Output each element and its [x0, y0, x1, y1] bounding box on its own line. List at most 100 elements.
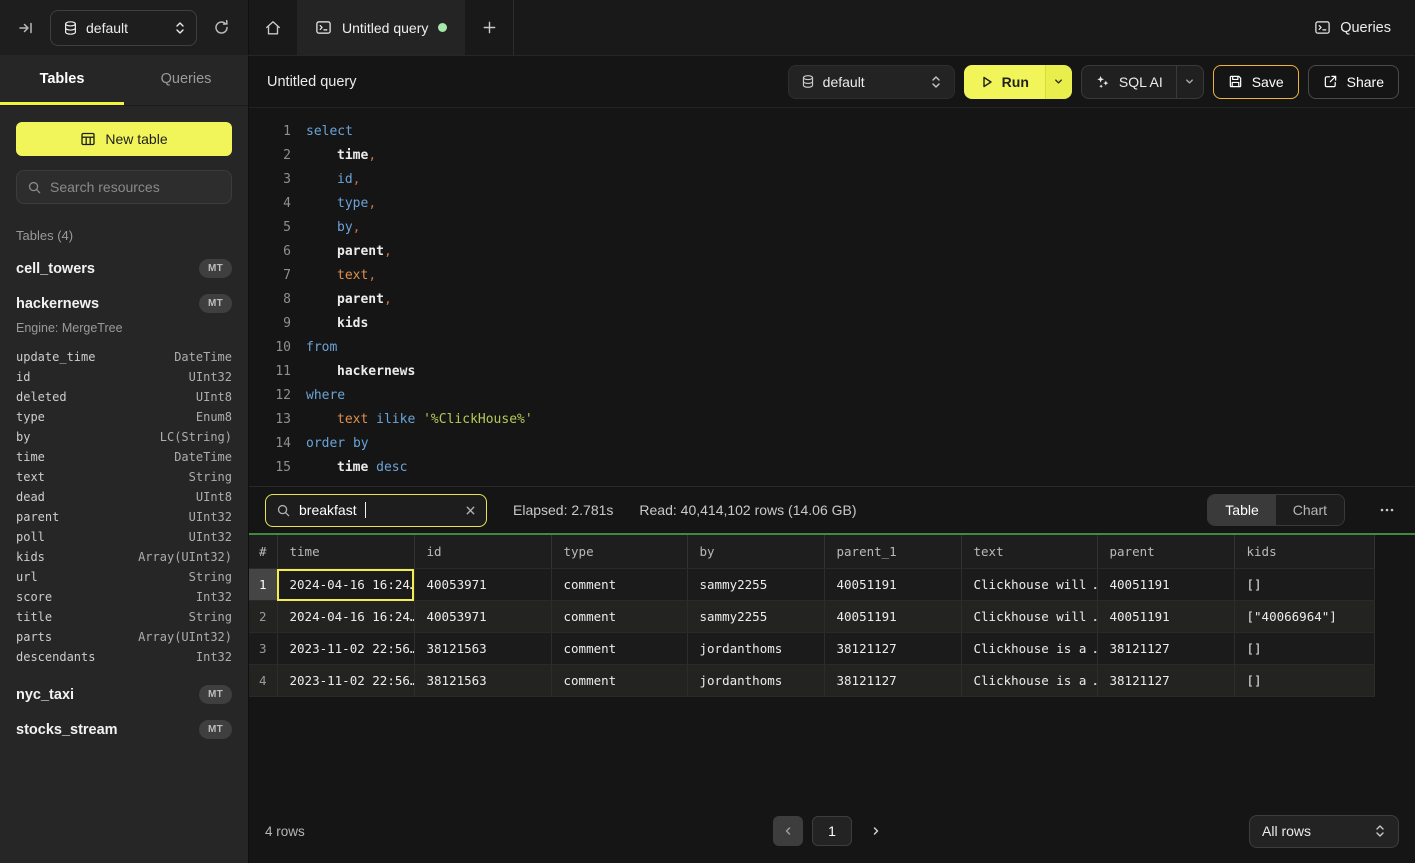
table-cell[interactable]: jordanthoms [687, 633, 824, 665]
table-grid-icon [80, 131, 96, 147]
view-toggle-table[interactable]: Table [1208, 495, 1275, 525]
topbar-database-selector[interactable]: default [50, 10, 197, 46]
table-cell[interactable]: 40051191 [1097, 569, 1234, 601]
table-cell[interactable]: 40053971 [414, 601, 551, 633]
table-cell[interactable]: Clickhouse is a … [961, 665, 1097, 697]
row-number-cell[interactable]: 3 [249, 633, 277, 665]
engine-badge: MT [199, 294, 232, 313]
table-cell[interactable]: comment [551, 601, 687, 633]
row-number-cell[interactable]: 4 [249, 665, 277, 697]
line-number: 9 [265, 312, 291, 336]
share-button[interactable]: Share [1308, 65, 1399, 99]
queries-button[interactable]: Queries [1314, 19, 1391, 36]
sql-ai-label: SQL AI [1119, 74, 1163, 90]
table-list-item[interactable]: cell_towersMT [0, 251, 248, 286]
column-header[interactable]: text [961, 535, 1097, 569]
new-table-button[interactable]: New table [16, 122, 232, 156]
toolbar-actions: default Run [788, 65, 1399, 99]
results-search[interactable]: breakfast [265, 494, 487, 527]
sql-ai-button[interactable]: SQL AI [1082, 66, 1176, 98]
table-cell[interactable]: 38121127 [824, 665, 961, 697]
column-row: partsArray(UInt32) [16, 627, 232, 647]
results-search-value: breakfast [299, 502, 357, 518]
token-kw: id [337, 172, 353, 187]
sql-editor[interactable]: 1select2time,3id,4type,5by,6parent,7text… [249, 108, 1415, 486]
app: default Untitled query [0, 0, 1415, 863]
table-cell[interactable]: jordanthoms [687, 665, 824, 697]
token-id: hackernews [337, 364, 415, 379]
table-cell[interactable]: 2024-04-16 16:24… [277, 569, 414, 601]
column-header[interactable]: by [687, 535, 824, 569]
sidebar-tab-queries[interactable]: Queries [124, 56, 248, 105]
page-size-selector[interactable]: All rows [1249, 815, 1399, 848]
column-header[interactable]: kids [1234, 535, 1374, 569]
table-cell[interactable]: sammy2255 [687, 569, 824, 601]
table-cell[interactable]: [] [1234, 569, 1374, 601]
column-name: by [16, 427, 30, 447]
column-name: dead [16, 487, 45, 507]
column-header[interactable]: # [249, 535, 277, 569]
column-row: update_timeDateTime [16, 347, 232, 367]
table-cell[interactable]: Clickhouse is a … [961, 633, 1097, 665]
resource-search[interactable] [16, 170, 232, 204]
token-id: parent [337, 292, 384, 307]
tab-untitled-query[interactable]: Untitled query [297, 0, 465, 55]
table-cell[interactable]: 40051191 [1097, 601, 1234, 633]
run-button[interactable]: Run [964, 65, 1045, 99]
sql-ai-dropdown[interactable] [1176, 66, 1203, 98]
table-cell[interactable]: 2023-11-02 22:56… [277, 665, 414, 697]
table-cell[interactable]: Clickhouse will … [961, 569, 1097, 601]
table-cell[interactable]: 2023-11-02 22:56… [277, 633, 414, 665]
table-cell[interactable]: comment [551, 633, 687, 665]
token-id: kids [337, 316, 368, 331]
results-menu-button[interactable] [1375, 498, 1399, 522]
table-cell[interactable]: 2024-04-16 16:24… [277, 601, 414, 633]
query-toolbar: Untitled query default [249, 56, 1415, 108]
column-header[interactable]: parent [1097, 535, 1234, 569]
run-options-dropdown[interactable] [1045, 65, 1072, 99]
column-name: descendants [16, 647, 95, 667]
refresh-button[interactable] [209, 15, 234, 40]
collapse-sidebar-button[interactable] [14, 16, 38, 40]
table-list-item[interactable]: hackernewsMT [0, 286, 248, 321]
save-button[interactable]: Save [1213, 65, 1299, 99]
column-header[interactable]: type [551, 535, 687, 569]
current-page[interactable]: 1 [812, 816, 852, 846]
column-row: deadUInt8 [16, 487, 232, 507]
tables-section-label: Tables (4) [0, 216, 248, 251]
column-header[interactable]: time [277, 535, 414, 569]
token-p: , [384, 292, 392, 307]
home-tab-button[interactable] [249, 0, 297, 55]
column-header[interactable]: parent_1 [824, 535, 961, 569]
new-tab-button[interactable] [465, 0, 513, 55]
table-cell[interactable]: 38121127 [824, 633, 961, 665]
table-cell[interactable]: comment [551, 665, 687, 697]
clear-search-button[interactable] [465, 505, 476, 516]
next-page-button[interactable] [861, 816, 891, 846]
table-cell[interactable]: 40051191 [824, 569, 961, 601]
resource-search-input[interactable] [50, 179, 221, 195]
table-cell[interactable]: 38121563 [414, 665, 551, 697]
database-selector-value: default [86, 20, 166, 36]
view-toggle-chart[interactable]: Chart [1276, 495, 1344, 525]
previous-page-button[interactable] [773, 816, 803, 846]
row-number-cell[interactable]: 2 [249, 601, 277, 633]
table-cell[interactable]: [] [1234, 633, 1374, 665]
table-cell[interactable]: sammy2255 [687, 601, 824, 633]
table-cell[interactable]: ["40066964"] [1234, 601, 1374, 633]
row-number-cell[interactable]: 1 [249, 569, 277, 601]
results-toolbar: breakfast Elapsed: 2.781s Read: 40,414,1… [249, 486, 1415, 533]
column-header[interactable]: id [414, 535, 551, 569]
table-cell[interactable]: 38121127 [1097, 665, 1234, 697]
table-cell[interactable]: 38121563 [414, 633, 551, 665]
table-cell[interactable]: [] [1234, 665, 1374, 697]
table-cell[interactable]: 40051191 [824, 601, 961, 633]
table-cell[interactable]: 38121127 [1097, 633, 1234, 665]
table-list-item[interactable]: nyc_taxiMT [0, 677, 248, 712]
query-database-selector[interactable]: default [788, 65, 955, 99]
table-cell[interactable]: Clickhouse will … [961, 601, 1097, 633]
table-list-item[interactable]: stocks_streamMT [0, 712, 248, 747]
sidebar-tab-tables[interactable]: Tables [0, 56, 124, 105]
table-cell[interactable]: comment [551, 569, 687, 601]
table-cell[interactable]: 40053971 [414, 569, 551, 601]
